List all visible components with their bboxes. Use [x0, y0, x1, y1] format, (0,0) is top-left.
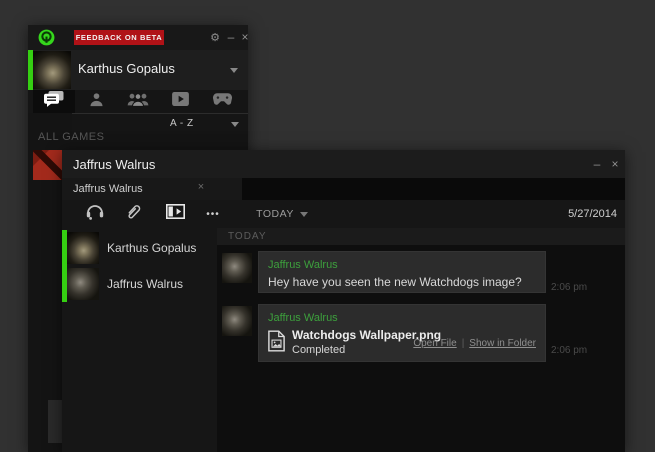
groups-tab[interactable] — [117, 90, 159, 113]
screen-share-button[interactable] — [161, 200, 189, 228]
settings-gear-icon[interactable]: ⚙ — [208, 29, 222, 47]
history-filter-dropdown[interactable]: TODAY — [254, 200, 310, 228]
game-controller-icon — [212, 92, 233, 111]
comms-titlebar[interactable]: FEEDBACK ON BETA ⚙ – × — [28, 25, 248, 50]
message-timestamp: 2:06 pm — [551, 345, 587, 356]
chats-tab[interactable] — [33, 90, 75, 113]
message-sender-name: Jaffrus Walrus — [268, 312, 536, 324]
message-bubble: Jaffrus Walrus Watchd — [258, 304, 546, 362]
close-button[interactable]: × — [608, 155, 622, 173]
voice-call-button[interactable] — [82, 200, 108, 228]
contact-avatar — [67, 268, 99, 300]
chat-bubbles-icon — [44, 91, 64, 112]
more-options-button[interactable]: ••• — [200, 200, 226, 228]
transfer-status: Completed — [292, 344, 413, 357]
chat-window: Jaffrus Walrus – × Jaffrus Walrus × — [62, 150, 625, 452]
image-file-icon — [268, 330, 285, 357]
profile-avatar — [33, 51, 71, 89]
contact-avatar — [67, 232, 99, 264]
tab-label: Jaffrus Walrus — [73, 183, 143, 195]
contact-row-jaffrus[interactable]: Jaffrus Walrus — [62, 266, 217, 302]
message-row: Jaffrus Walrus Watchd — [217, 304, 625, 364]
message-bubble: Jaffrus Walrus Hey have you seen the new… — [258, 251, 546, 293]
tab-close-icon[interactable]: × — [194, 181, 208, 193]
video-play-icon — [172, 92, 189, 111]
sender-avatar — [222, 253, 252, 283]
dota2-game-tile[interactable] — [33, 150, 63, 180]
file-attachment: Watchdogs Wallpaper.png Completed Open F… — [268, 329, 536, 357]
feedback-on-beta-button[interactable]: FEEDBACK ON BETA — [74, 30, 164, 45]
nav-icon-bar — [28, 90, 248, 113]
sender-avatar — [222, 306, 252, 336]
group-people-icon — [127, 92, 149, 112]
filter-label: TODAY — [256, 208, 294, 220]
chat-toolbar: ••• TODAY 5/27/2014 — [62, 200, 625, 228]
contact-list: Karthus Gopalus Jaffrus Walrus — [62, 228, 217, 452]
desktop-background: FEEDBACK ON BETA ⚙ – × Karthus Gopalus — [0, 0, 655, 452]
chevron-down-icon[interactable] — [230, 68, 238, 73]
person-icon — [89, 92, 104, 112]
games-tab[interactable] — [201, 90, 243, 113]
screen-share-icon — [166, 204, 185, 224]
contact-row-karthus[interactable]: Karthus Gopalus — [62, 230, 217, 266]
message-timestamp: 2:06 pm — [551, 282, 587, 293]
profile-name: Karthus Gopalus — [78, 61, 175, 76]
day-separator: TODAY — [217, 228, 625, 245]
message-history: TODAY Jaffrus Walrus Hey have you seen t… — [217, 228, 625, 452]
all-games-section-label: ALL GAMES — [38, 131, 104, 143]
chat-tab-bar: Jaffrus Walrus × — [62, 178, 625, 200]
history-date: 5/27/2014 — [568, 208, 617, 220]
razer-comms-logo-icon — [38, 29, 55, 46]
contacts-tab[interactable] — [75, 90, 117, 113]
message-row: Jaffrus Walrus Hey have you seen the new… — [217, 251, 625, 295]
close-button[interactable]: × — [238, 28, 252, 46]
profile-row[interactable]: Karthus Gopalus — [28, 50, 248, 90]
contact-name: Karthus Gopalus — [107, 241, 196, 255]
minimize-button[interactable]: – — [590, 155, 604, 173]
link-divider: | — [462, 338, 465, 349]
media-tab[interactable] — [159, 90, 201, 113]
conversation-tab[interactable]: Jaffrus Walrus × — [62, 178, 242, 200]
file-actions: Open File | Show in Folder — [413, 338, 536, 349]
minimize-button[interactable]: – — [224, 28, 238, 46]
chevron-down-icon — [231, 122, 239, 127]
message-text: Hey have you seen the new Watchdogs imag… — [268, 275, 536, 289]
open-file-link[interactable]: Open File — [413, 338, 456, 349]
attach-file-button[interactable] — [120, 200, 146, 228]
show-in-folder-link[interactable]: Show in Folder — [469, 338, 536, 349]
paperclip-icon — [125, 203, 141, 225]
contact-name: Jaffrus Walrus — [107, 277, 183, 291]
chat-titlebar[interactable]: Jaffrus Walrus – × — [62, 150, 625, 178]
chevron-down-icon — [300, 212, 308, 217]
chat-window-title: Jaffrus Walrus — [73, 157, 155, 172]
day-separator-label: TODAY — [228, 231, 267, 242]
message-sender-name: Jaffrus Walrus — [268, 259, 536, 271]
headset-icon — [86, 203, 104, 225]
file-name: Watchdogs Wallpaper.png — [292, 329, 413, 342]
sort-label: A - Z — [170, 118, 194, 129]
file-meta: Watchdogs Wallpaper.png Completed — [292, 329, 413, 357]
